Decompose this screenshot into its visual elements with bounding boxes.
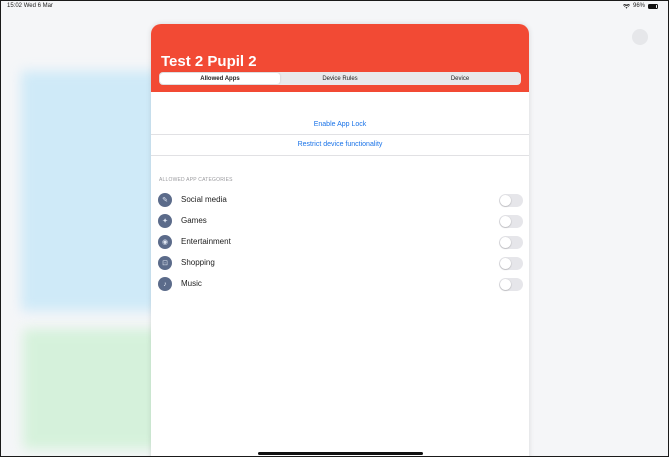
home-indicator[interactable]	[258, 452, 423, 455]
entertainment-icon: ◉	[158, 235, 172, 249]
battery-percent: 96%	[632, 3, 645, 9]
tab-device[interactable]: Device	[400, 73, 520, 84]
status-bar: 15:02 Wed 6 Mar 96%	[1, 1, 668, 13]
shopping-toggle[interactable]	[499, 257, 523, 270]
category-label: Music	[181, 279, 202, 288]
category-label: Social media	[181, 195, 227, 204]
category-row-shopping: ⊡ Shopping	[151, 253, 529, 274]
music-icon: ♪	[158, 277, 172, 291]
page-title: Test 2 Pupil 2	[161, 53, 257, 70]
battery-icon	[648, 3, 658, 9]
shopping-icon: ⊡	[158, 256, 172, 270]
games-toggle[interactable]	[499, 215, 523, 228]
segmented-control: Allowed Apps Device Rules Device	[159, 72, 521, 85]
social-media-icon: ✎	[158, 193, 172, 207]
games-icon: ✦	[158, 214, 172, 228]
sheet-header: Test 2 Pupil 2 Allowed Apps Device Rules…	[151, 24, 529, 92]
tab-device-rules[interactable]: Device Rules	[280, 73, 400, 84]
section-header: ALLOWED APP CATEGORIES	[159, 177, 233, 183]
wifi-icon	[622, 3, 630, 9]
tab-allowed-apps[interactable]: Allowed Apps	[160, 73, 280, 84]
entertainment-toggle[interactable]	[499, 236, 523, 249]
status-indicators: 96%	[622, 3, 658, 9]
ipad-screen: 15:02 Wed 6 Mar 96% Test 2 Pupil 2 Allow…	[0, 0, 669, 457]
pupil-settings-sheet: Test 2 Pupil 2 Allowed Apps Device Rules…	[151, 24, 529, 456]
background-button	[632, 29, 648, 45]
category-row-social-media: ✎ Social media	[151, 190, 529, 211]
category-row-music: ♪ Music	[151, 274, 529, 295]
divider	[151, 155, 529, 156]
status-time: 15:02 Wed 6 Mar	[7, 3, 53, 9]
category-row-games: ✦ Games	[151, 211, 529, 232]
category-label: Entertainment	[181, 237, 231, 246]
category-row-entertainment: ◉ Entertainment	[151, 232, 529, 253]
enable-app-lock-button[interactable]: Enable App Lock	[151, 114, 529, 134]
social-media-toggle[interactable]	[499, 194, 523, 207]
music-toggle[interactable]	[499, 278, 523, 291]
category-label: Shopping	[181, 258, 215, 267]
background-panel-green	[23, 329, 163, 449]
background-panel-blue	[21, 71, 161, 311]
restrict-device-functionality-button[interactable]: Restrict device functionality	[151, 134, 529, 154]
category-label: Games	[181, 216, 207, 225]
